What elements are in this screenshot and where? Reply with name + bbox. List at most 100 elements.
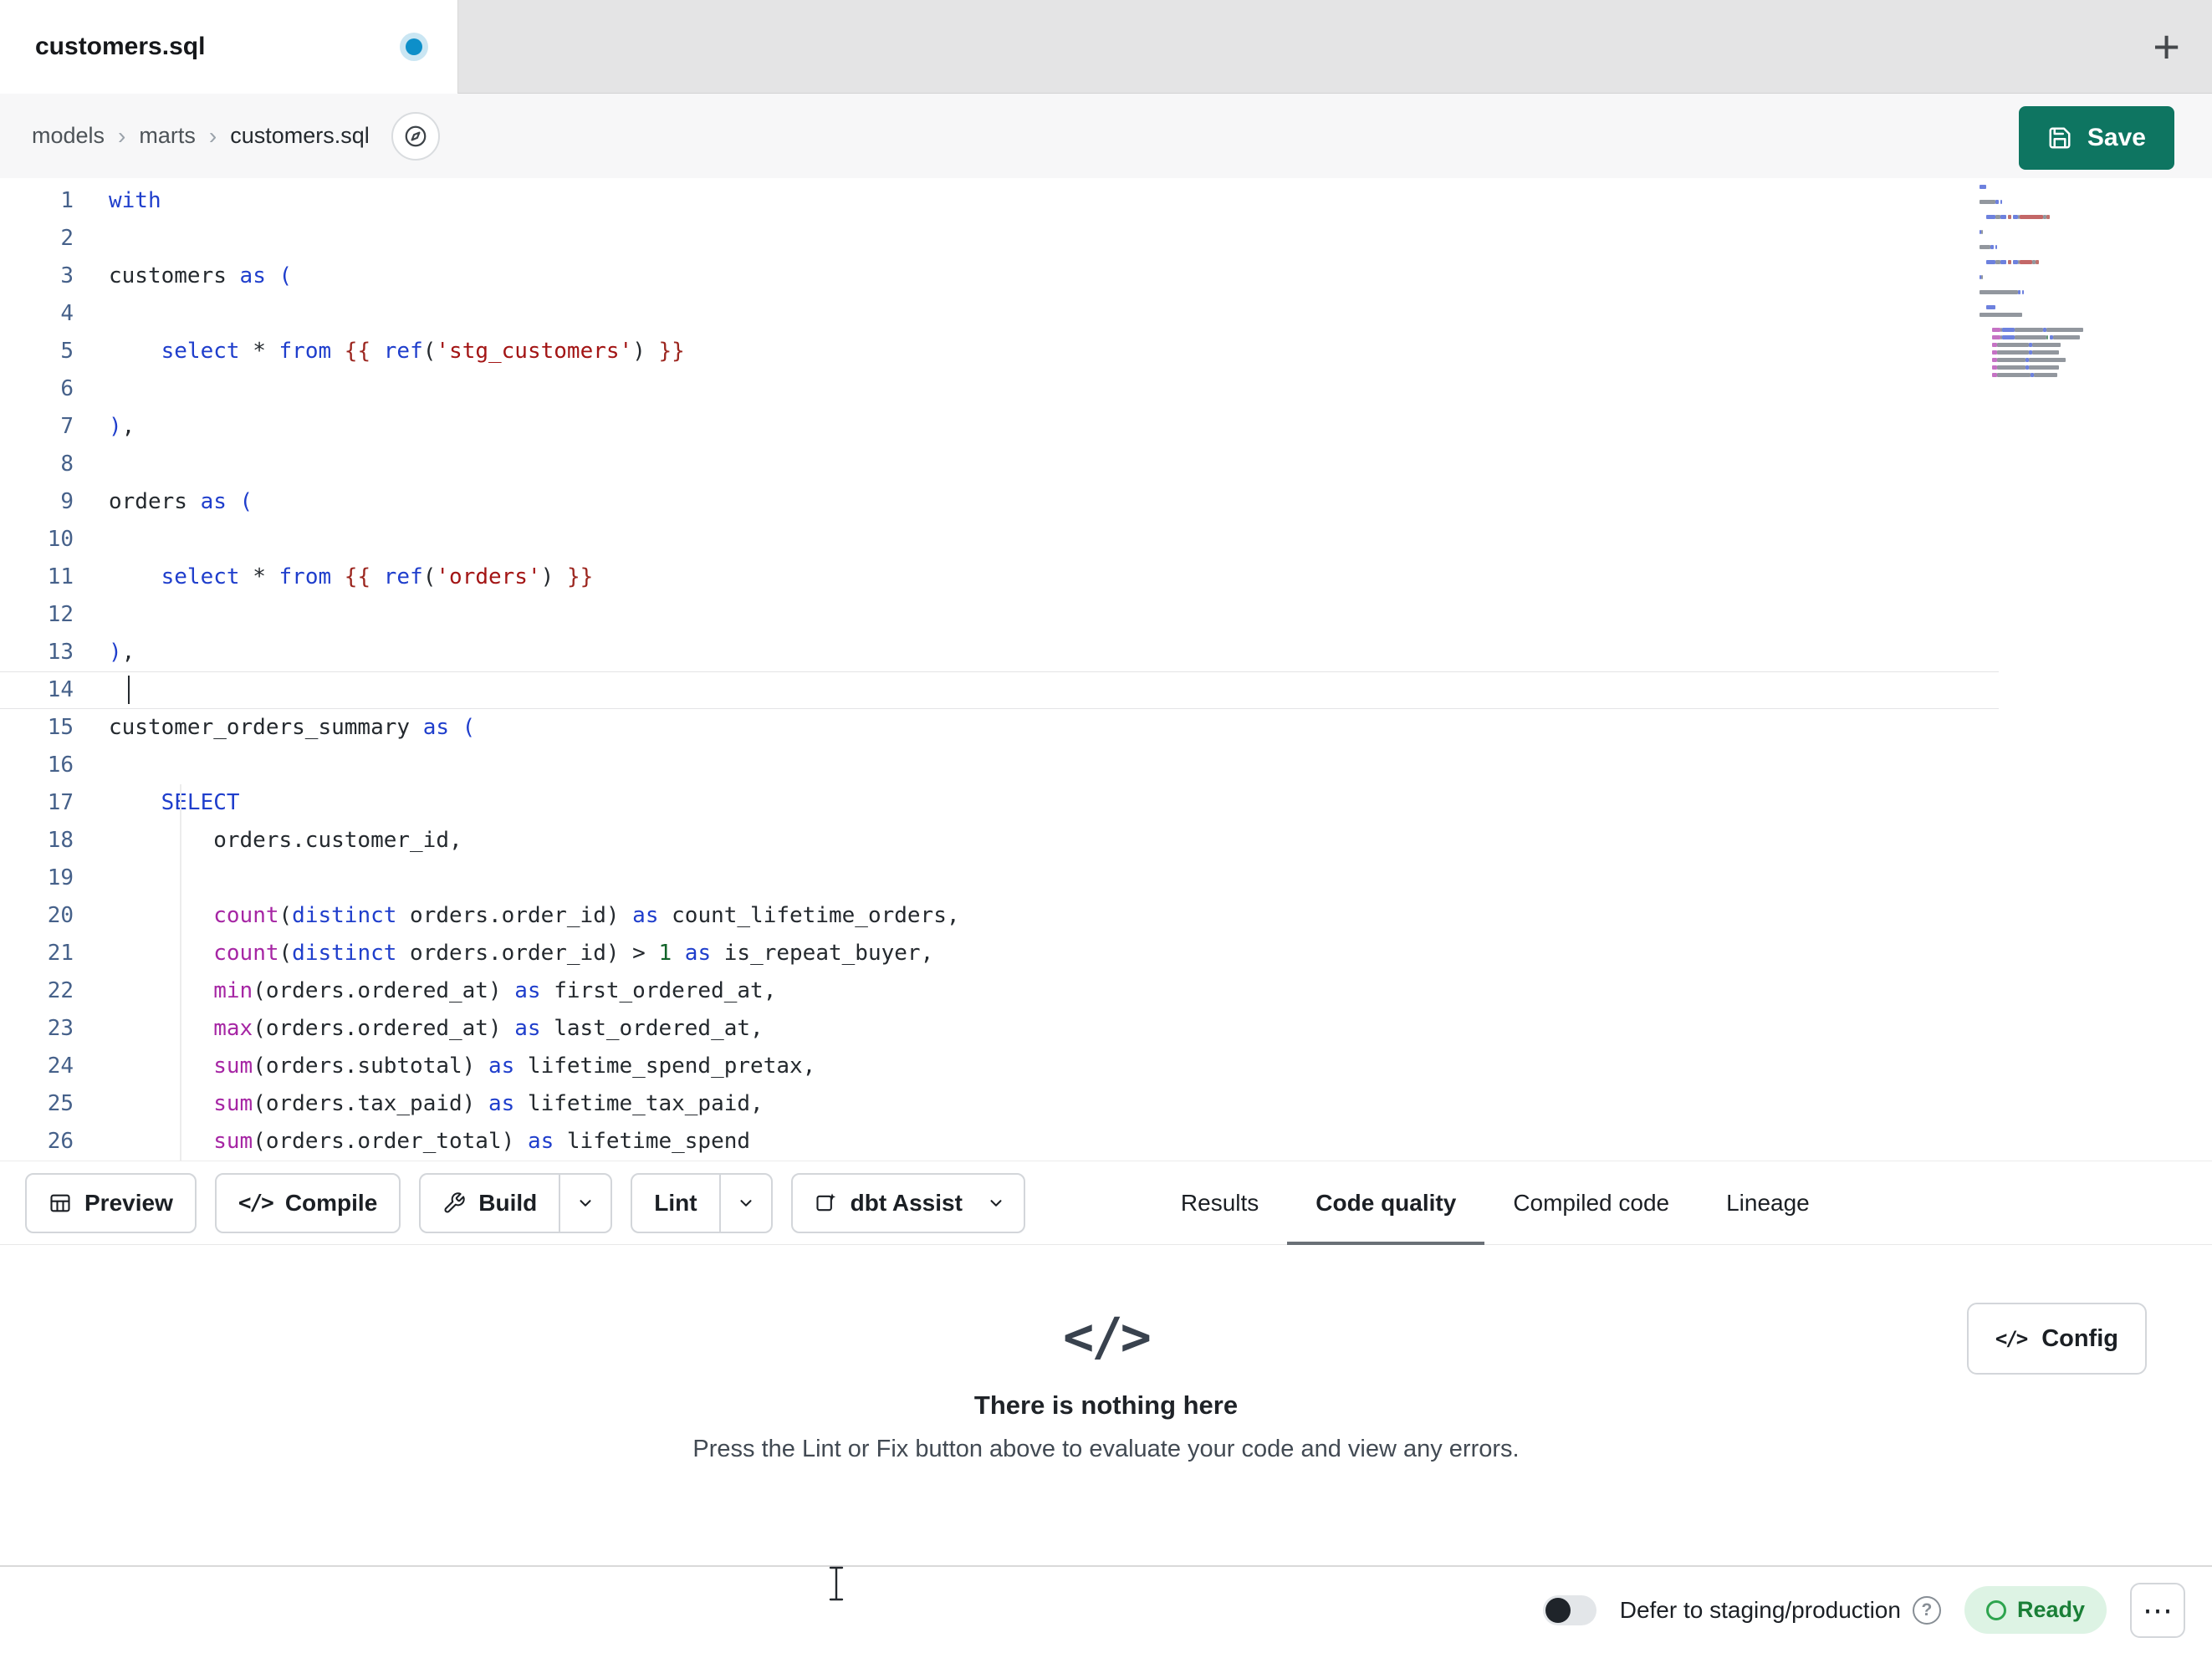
ready-ring-icon: [1985, 1599, 2006, 1620]
status-badge-label: Ready: [2016, 1597, 2085, 1622]
minimap-line: [1980, 335, 2112, 339]
line-number: 3: [60, 263, 74, 288]
minimap-line: [1980, 305, 2112, 309]
code-text: with: [109, 188, 161, 213]
code-line[interactable]: 16: [0, 747, 2212, 784]
code-text: orders as (: [109, 489, 253, 514]
breadcrumb-item[interactable]: customers.sql: [230, 123, 370, 149]
code-line[interactable]: 20 count(distinct orders.order_id) as co…: [0, 897, 2212, 935]
config-button[interactable]: </> Config: [1966, 1303, 2147, 1375]
code-line[interactable]: 9 orders as (: [0, 483, 2212, 521]
new-tab-button[interactable]: +: [2153, 23, 2180, 70]
minimap-line: [1980, 313, 2112, 317]
code-line[interactable]: 1 with: [0, 182, 2212, 220]
line-number: 23: [47, 1016, 74, 1041]
preview-button-label: Preview: [84, 1189, 173, 1216]
code-text: customers as (: [109, 263, 293, 288]
tab-results[interactable]: Results: [1152, 1161, 1287, 1244]
code-line[interactable]: 14: [0, 671, 1999, 709]
code-line[interactable]: 3 customers as (: [0, 258, 2212, 295]
preview-button[interactable]: Preview: [25, 1172, 197, 1233]
breadcrumb: models › marts › customers.sql: [32, 123, 370, 150]
code-line[interactable]: 7),: [0, 408, 2212, 446]
breadcrumb-item[interactable]: marts: [139, 123, 196, 149]
build-dropdown-toggle[interactable]: [559, 1174, 610, 1232]
dbt-assist-button[interactable]: dbt Assist: [790, 1172, 1025, 1233]
code-line[interactable]: 17 SELECT: [0, 784, 2212, 822]
code-line[interactable]: 5 select * from {{ ref('stg_customers') …: [0, 333, 2212, 370]
code-line[interactable]: 24 sum(orders.subtotal) as lifetime_spen…: [0, 1048, 2212, 1085]
code-line[interactable]: 6: [0, 370, 2212, 408]
line-number: 16: [47, 753, 74, 778]
toggle-knob-icon: [1545, 1597, 1571, 1623]
code-text: customer_orders_summary as (: [109, 715, 476, 740]
code-text: count(distinct orders.order_id) as count…: [213, 903, 960, 928]
lint-split-button[interactable]: Lint: [631, 1172, 773, 1233]
build-button-label: Build: [478, 1189, 538, 1216]
save-button[interactable]: Save: [2018, 106, 2174, 170]
line-number: 5: [60, 339, 74, 364]
empty-state-subtitle: Press the Lint or Fix button above to ev…: [692, 1436, 1520, 1462]
line-number: 20: [47, 903, 74, 928]
minimap-line: [1980, 290, 2112, 294]
code-line[interactable]: 13),: [0, 634, 2212, 671]
line-number: 1: [60, 188, 74, 213]
chevron-down-icon: [990, 1199, 1002, 1207]
empty-state: </> There is nothing here Press the Lint…: [521, 1306, 1692, 1463]
code-line[interactable]: 26 sum(orders.order_total) as lifetime_s…: [0, 1123, 2212, 1161]
build-split-button[interactable]: Build: [419, 1172, 613, 1233]
results-tab-strip: Results Code quality Compiled code Lineage: [1152, 1161, 1838, 1245]
minimap[interactable]: [1980, 185, 2112, 380]
code-line[interactable]: 2: [0, 220, 2212, 258]
tab-lineage[interactable]: Lineage: [1698, 1161, 1838, 1244]
tab-compiled-code[interactable]: Compiled code: [1484, 1161, 1698, 1244]
more-menu-button[interactable]: ⋯: [2130, 1582, 2185, 1638]
code-text: sum(orders.subtotal) as lifetime_spend_p…: [213, 1054, 816, 1079]
table-icon: [50, 1194, 70, 1212]
code-text: ),: [109, 414, 135, 439]
line-number: 24: [47, 1054, 74, 1079]
code-line[interactable]: 10: [0, 521, 2212, 559]
code-line[interactable]: 22 min(orders.ordered_at) as first_order…: [0, 972, 2212, 1010]
editor-toolbar: Preview </> Compile Build Lint dbt Assis…: [0, 1161, 2212, 1245]
line-number: 6: [60, 376, 74, 401]
code-line[interactable]: 8: [0, 446, 2212, 483]
minimap-line: [1980, 283, 2112, 287]
minimap-line: [1980, 230, 2112, 234]
code-line[interactable]: 11 select * from {{ ref('orders') }}: [0, 559, 2212, 596]
code-lines: 1 with 2 3 customers as (4 5 select * from {{…: [0, 178, 2212, 1161]
help-icon[interactable]: ?: [1912, 1595, 1941, 1625]
defer-toggle[interactable]: [1542, 1594, 1596, 1625]
compile-button-label: Compile: [284, 1189, 378, 1216]
line-number: 4: [60, 301, 74, 326]
code-line[interactable]: 12: [0, 596, 2212, 634]
line-number: 2: [60, 226, 74, 251]
line-number: 22: [47, 978, 74, 1003]
minimap-line: [1980, 358, 2112, 362]
defer-group: Defer to staging/production ?: [1620, 1595, 1941, 1625]
minimap-line: [1980, 207, 2112, 212]
code-slash-icon: </>: [1063, 1306, 1152, 1367]
line-number: 11: [47, 564, 74, 589]
lint-dropdown-toggle[interactable]: [718, 1174, 771, 1232]
indent-guide: [180, 784, 181, 1161]
minimap-line: [1980, 237, 2112, 242]
minimap-line: [1980, 275, 2112, 279]
code-text: count(distinct orders.order_id) > 1 as i…: [213, 941, 934, 966]
code-line[interactable]: 19: [0, 860, 2212, 897]
line-number: 25: [47, 1091, 74, 1116]
compile-button[interactable]: </> Compile: [214, 1172, 401, 1233]
code-line[interactable]: 15 customer_orders_summary as (: [0, 709, 2212, 747]
code-line[interactable]: 18 orders.customer_id,: [0, 822, 2212, 860]
tab-customers-sql[interactable]: customers.sql: [0, 0, 458, 94]
code-line[interactable]: 4: [0, 295, 2212, 333]
code-quality-panel: </> There is nothing here Press the Lint…: [0, 1246, 2212, 1564]
tab-code-quality[interactable]: Code quality: [1287, 1161, 1485, 1245]
breadcrumb-item[interactable]: models: [32, 123, 105, 149]
docs-compass-button[interactable]: [391, 111, 440, 161]
code-editor[interactable]: 1 with 2 3 customers as (4 5 select * from {{…: [0, 178, 2212, 1161]
code-line[interactable]: 21 count(distinct orders.order_id) > 1 a…: [0, 935, 2212, 972]
code-line[interactable]: 25 sum(orders.tax_paid) as lifetime_tax_…: [0, 1085, 2212, 1123]
code-line[interactable]: 23 max(orders.ordered_at) as last_ordere…: [0, 1010, 2212, 1048]
minimap-line: [1980, 298, 2112, 302]
